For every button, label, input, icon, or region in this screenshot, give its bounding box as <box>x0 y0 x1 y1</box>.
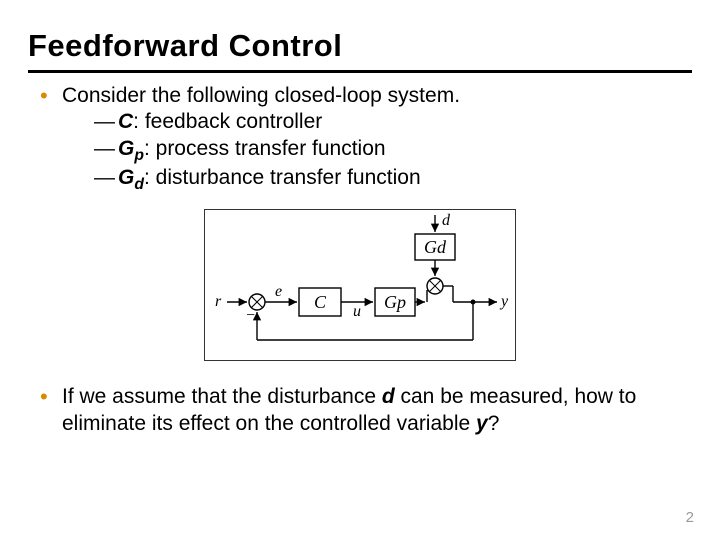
bullet-item-2: If we assume that the disturbance d can … <box>40 384 692 437</box>
definition-gp: —Gp: process transfer function <box>62 136 692 166</box>
block-diagram: d Gd r e C u Gp <box>28 209 692 366</box>
block-c: C <box>314 292 327 312</box>
minus-sign: − <box>245 307 256 324</box>
page-number: 2 <box>686 509 694 526</box>
var-d: d <box>382 385 395 408</box>
title-rule <box>28 70 692 73</box>
signal-d: d <box>442 212 451 229</box>
slide-title: Feedforward Control <box>28 28 692 64</box>
signal-e: e <box>275 283 282 300</box>
definition-c: —C: feedback controller <box>62 109 692 135</box>
emdash-icon: — <box>94 165 118 191</box>
bullet-item-1: Consider the following closed-loop syste… <box>40 83 692 195</box>
signal-u: u <box>353 303 361 320</box>
signal-r: r <box>215 293 222 310</box>
bullet-list-2: If we assume that the disturbance d can … <box>28 384 692 437</box>
closed-loop-diagram: d Gd r e C u Gp <box>204 209 516 361</box>
block-gd: Gd <box>424 237 447 257</box>
signal-y: y <box>499 293 509 310</box>
bullet1-lead: Consider the following closed-loop syste… <box>62 84 460 107</box>
emdash-icon: — <box>94 109 118 135</box>
block-gp: Gp <box>384 292 406 312</box>
slide: Feedforward Control Consider the followi… <box>0 0 720 540</box>
emdash-icon: — <box>94 136 118 162</box>
definition-gd: —Gd: disturbance transfer function <box>62 165 692 195</box>
bullet-list: Consider the following closed-loop syste… <box>28 83 692 195</box>
var-y: y <box>476 412 488 435</box>
